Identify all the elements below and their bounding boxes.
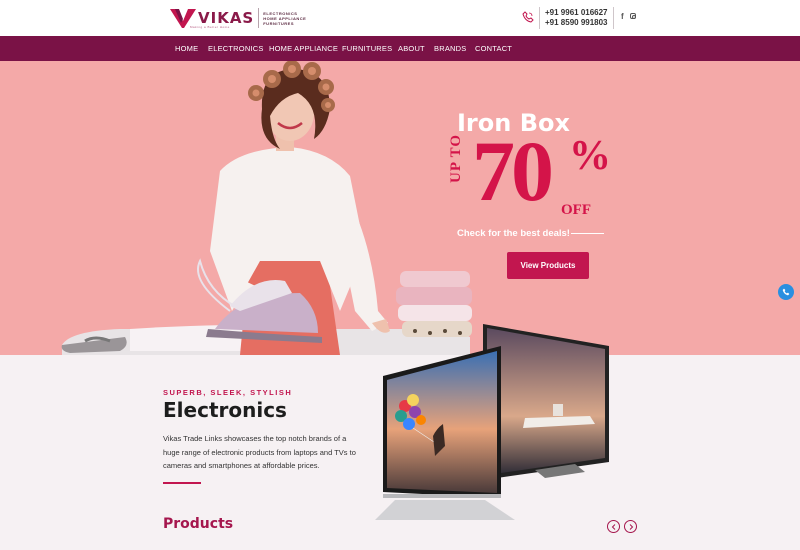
hero-divider [571, 233, 604, 234]
chevron-left-icon [611, 523, 615, 530]
nav-item-home[interactable]: HOME [175, 44, 198, 53]
main-nav: HOME ELECTRONICS HOME APPLIANCE FURNITUR… [0, 36, 800, 61]
phone-icon [522, 11, 534, 23]
phone-float-button[interactable] [778, 284, 794, 300]
nav-item-furnitures[interactable]: FURNITURES [342, 44, 392, 53]
logo-tagline: Making a Better Home [190, 25, 230, 29]
phone-number[interactable]: +91 8590 991803 [545, 18, 608, 28]
nav-item-home-appliance[interactable]: HOME APPLIANCE [269, 44, 338, 53]
divider [613, 7, 614, 29]
hero-discount-number: 70 [472, 123, 554, 219]
phone-icon [782, 288, 790, 296]
logo-category: FURNITURES [263, 20, 295, 26]
instagram-icon[interactable] [630, 13, 636, 19]
logo-categories: ELECTRONICS HOME APPLIANCE FURNITURES [263, 11, 306, 26]
facebook-icon[interactable]: f [621, 12, 624, 21]
hero-subtitle: Check for the best deals! [457, 228, 570, 239]
section-divider [163, 482, 201, 484]
logo[interactable]: VIKAS Making a Better Home ELECTRONICS H… [170, 6, 306, 30]
products-heading: Products [163, 516, 234, 532]
section-description: Vikas Trade Links showcases the top notc… [163, 434, 356, 470]
nav-item-about[interactable]: ABOUT [398, 44, 425, 53]
view-products-button[interactable]: View Products [507, 252, 589, 279]
chevron-right-icon [629, 523, 633, 530]
hero-percent-sign: % [569, 133, 611, 179]
hero-image [61, 61, 472, 355]
phone-numbers: +91 9961 016627 +91 8590 991803 [545, 8, 608, 28]
divider [539, 7, 540, 29]
top-header: VIKAS Making a Better Home ELECTRONICS H… [0, 0, 800, 36]
logo-divider [258, 8, 260, 28]
nav-item-electronics[interactable]: ELECTRONICS [208, 44, 264, 53]
nav-item-brands[interactable]: BRANDS [434, 44, 466, 53]
hero-off-label: OFF [561, 202, 591, 218]
next-arrow-button[interactable] [624, 520, 637, 533]
tv-product-image [375, 324, 609, 520]
phone-number[interactable]: +91 9961 016627 [545, 8, 608, 18]
hero-banner: Iron Box UP TO 70 % OFF Check for the be… [0, 61, 800, 355]
section-tagline: SUPERB, SLEEK, STYLISH [163, 388, 293, 397]
nav-item-contact[interactable]: CONTACT [475, 44, 512, 53]
hero-upto-label: UP TO [448, 133, 464, 183]
prev-arrow-button[interactable] [607, 520, 620, 533]
section-title: Electronics [163, 398, 287, 422]
